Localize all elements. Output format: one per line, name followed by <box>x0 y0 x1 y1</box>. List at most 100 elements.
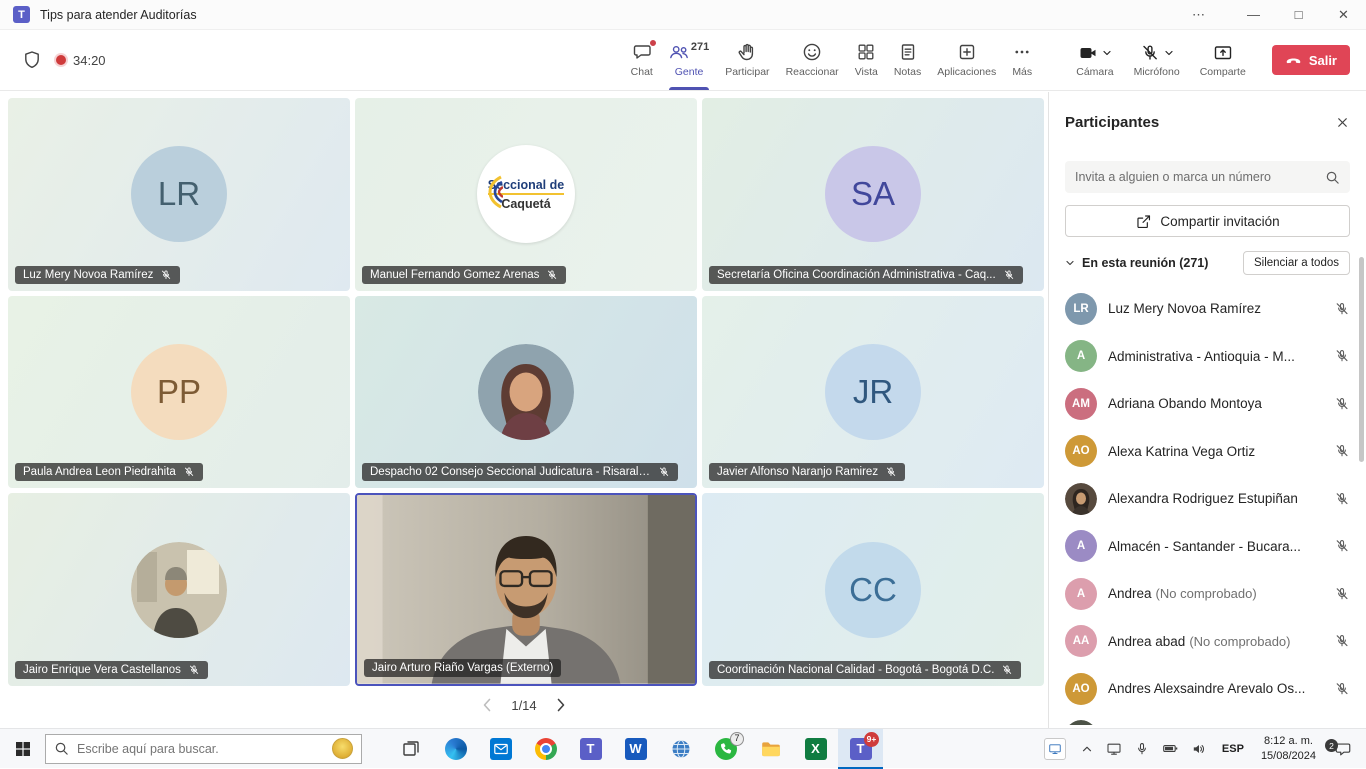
video-tile-secretaria-caqueta[interactable]: SA Secretaría Oficina Coordinación Admin… <box>702 98 1044 291</box>
in-meeting-section: En esta reunión (271) Silenciar a todos <box>1065 251 1350 275</box>
avatar: A <box>1065 578 1097 610</box>
tab-notas[interactable]: Notas <box>886 30 929 90</box>
participant-row[interactable]: A Administrativa - Antioquia - M... <box>1065 333 1350 381</box>
maximize-button[interactable]: □ <box>1276 0 1321 29</box>
video-tile-luz-mery[interactable]: LR Luz Mery Novoa Ramírez <box>8 98 350 291</box>
globe-icon <box>670 738 692 760</box>
panel-title: Participantes <box>1065 114 1159 131</box>
window-controls: ⋯ — □ ✕ <box>1176 0 1366 29</box>
video-tile-despacho-02[interactable]: Despacho 02 Consejo Seccional Judicatura… <box>355 296 697 489</box>
meeting-toolbar: 34:20 Chat 271 Gente Parti <box>0 30 1366 91</box>
task-view-button[interactable] <box>388 729 433 769</box>
tray-battery-icon[interactable] <box>1156 729 1185 768</box>
avatar-photo <box>1065 720 1097 725</box>
previous-page-button[interactable] <box>481 695 493 715</box>
video-tile-coordinacion-calidad[interactable]: CC Coordinación Nacional Calidad - Bogot… <box>702 493 1044 686</box>
mic-muted-icon <box>1334 301 1350 317</box>
participant-row[interactable]: A Almacén - Santander - Bucara... <box>1065 523 1350 571</box>
next-page-button[interactable] <box>555 695 567 715</box>
mic-muted-icon <box>1334 538 1350 554</box>
tab-chat[interactable]: Chat <box>623 30 661 90</box>
invite-search-input[interactable] <box>1075 170 1325 184</box>
chevron-down-icon[interactable] <box>1065 258 1075 268</box>
search-highlight-icon[interactable] <box>332 738 353 759</box>
tab-gente[interactable]: 271 Gente <box>661 30 717 90</box>
chrome-icon <box>535 738 557 760</box>
tab-mas[interactable]: Más <box>1004 30 1040 90</box>
panel-scrollbar[interactable] <box>1359 257 1364 462</box>
titlebar-more-button[interactable]: ⋯ <box>1176 0 1221 29</box>
toolbar-tabs: Chat 271 Gente Participar Reaccionar <box>623 30 1041 90</box>
start-button[interactable] <box>0 729 45 769</box>
tab-label: Aplicaciones <box>937 66 996 78</box>
device-label: Comparte <box>1200 66 1246 78</box>
taskbar-excel[interactable]: X <box>793 729 838 769</box>
video-tile-paula-andrea[interactable]: PP Paula Andrea Leon Piedrahita <box>8 296 350 489</box>
mic-muted-icon <box>546 269 558 281</box>
tab-reaccionar[interactable]: Reaccionar <box>778 30 847 90</box>
avatar: JR <box>825 344 921 440</box>
mic-muted-icon <box>188 664 200 676</box>
participant-row-partial[interactable] <box>1065 713 1350 726</box>
notification-count-badge: 2 <box>1325 739 1338 752</box>
language-indicator[interactable]: ESP <box>1213 743 1253 755</box>
participant-row[interactable]: AO Andres Alexsaindre Arevalo Os... <box>1065 665 1350 713</box>
mic-muted-icon <box>1334 633 1350 649</box>
participant-row[interactable]: AM Adriana Obando Montoya <box>1065 380 1350 428</box>
tray-display-icon[interactable] <box>1100 729 1128 768</box>
taskbar-globe-app[interactable] <box>658 729 703 769</box>
chevron-left-icon <box>481 695 493 715</box>
video-tile-jairo-enrique[interactable]: Jairo Enrique Vera Castellanos <box>8 493 350 686</box>
close-button[interactable]: ✕ <box>1321 0 1366 29</box>
notification-center-button[interactable]: 2 <box>1324 729 1366 768</box>
participant-row[interactable]: AA Andrea abad(No comprobado) <box>1065 618 1350 666</box>
tray-microphone-icon[interactable] <box>1128 729 1156 768</box>
avatar: PP <box>131 344 227 440</box>
participant-row[interactable]: A Andrea(No comprobado) <box>1065 570 1350 618</box>
microphone-control[interactable]: Micrófono <box>1124 42 1190 78</box>
word-icon: W <box>625 738 647 760</box>
close-panel-button[interactable] <box>1335 115 1350 130</box>
tab-aplicaciones[interactable]: Aplicaciones <box>929 30 1004 90</box>
video-tile-jairo-arturo-speaking[interactable]: Jairo Arturo Riaño Vargas (Externo) <box>355 493 697 686</box>
participant-name-label: Coordinación Nacional Calidad - Bogotá -… <box>709 661 1021 679</box>
org-logo: Seccional de Caquetá <box>477 145 575 243</box>
tab-participar[interactable]: Participar <box>717 30 777 90</box>
taskbar-word[interactable]: W <box>613 729 658 769</box>
share-screen-control[interactable]: Comparte <box>1190 42 1256 78</box>
taskbar-mail[interactable] <box>478 729 523 769</box>
taskbar-edge[interactable] <box>433 729 478 769</box>
search-icon[interactable] <box>1325 170 1340 185</box>
system-tray: ESP 8:12 a. m. 15/08/2024 2 <box>1036 729 1366 768</box>
participant-list: LR Luz Mery Novoa Ramírez A Administrati… <box>1065 285 1350 725</box>
taskbar-search[interactable] <box>45 734 362 764</box>
mute-all-button[interactable]: Silenciar a todos <box>1243 251 1350 275</box>
taskbar-teams[interactable]: T <box>568 729 613 769</box>
show-hidden-icons-button[interactable] <box>1074 729 1100 768</box>
participant-row[interactable]: Alexandra Rodriguez Estupiñan <box>1065 475 1350 523</box>
video-tile-manuel-fernando[interactable]: Seccional de Caquetá Manuel Fernando Gom… <box>355 98 697 291</box>
taskbar-chrome[interactable] <box>523 729 568 769</box>
share-invitation-button[interactable]: Compartir invitación <box>1065 205 1350 237</box>
camera-control[interactable]: Cámara <box>1066 42 1123 78</box>
taskbar-whatsapp[interactable]: 7 <box>703 729 748 769</box>
leave-button[interactable]: Salir <box>1272 45 1350 75</box>
avatar-photo <box>1065 483 1097 515</box>
chevron-down-icon[interactable] <box>1164 48 1174 58</box>
recording-dot-icon <box>56 55 66 65</box>
minimize-button[interactable]: — <box>1231 0 1276 29</box>
tray-volume-icon[interactable] <box>1185 729 1213 768</box>
chevron-down-icon[interactable] <box>1102 48 1112 58</box>
participant-row[interactable]: LR Luz Mery Novoa Ramírez <box>1065 285 1350 333</box>
participant-row[interactable]: AO Alexa Katrina Vega Ortiz <box>1065 428 1350 476</box>
taskbar-file-explorer[interactable] <box>748 729 793 769</box>
section-label[interactable]: En esta reunión (271) <box>1082 256 1208 270</box>
video-tile-javier-alfonso[interactable]: JR Javier Alfonso Naranjo Ramirez <box>702 296 1044 489</box>
mic-muted-icon <box>183 466 195 478</box>
tray-app-icon[interactable] <box>1044 738 1066 760</box>
taskbar-teams-active[interactable]: T 9+ <box>838 729 883 769</box>
tab-vista[interactable]: Vista <box>847 30 886 90</box>
raise-hand-icon <box>737 42 757 62</box>
taskbar-search-input[interactable] <box>77 742 324 756</box>
taskbar-clock[interactable]: 8:12 a. m. 15/08/2024 <box>1253 734 1324 764</box>
